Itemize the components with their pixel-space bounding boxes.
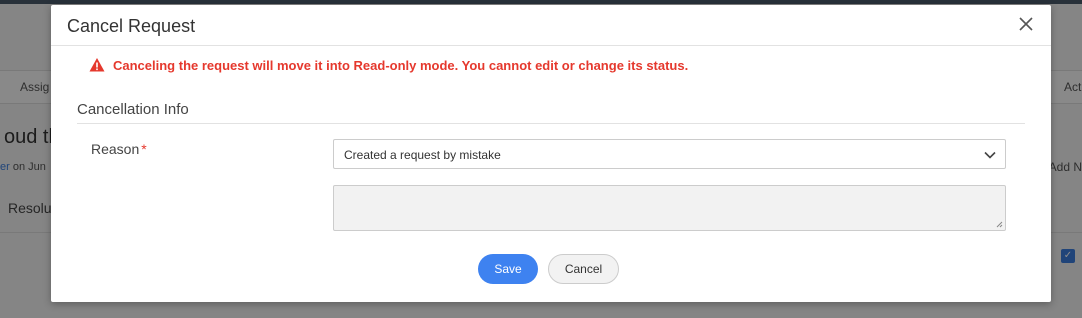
reason-details-textarea[interactable] (333, 185, 1006, 231)
reason-label-text: Reason (91, 141, 140, 157)
resize-grip-icon[interactable] (995, 220, 1003, 228)
cancel-button[interactable]: Cancel (548, 254, 619, 284)
cancel-request-dialog: Cancel Request Canceling the request wil… (51, 5, 1051, 302)
warning-text: Canceling the request will move it into … (113, 57, 689, 73)
save-button[interactable]: Save (478, 254, 538, 284)
reason-select-value: Created a request by mistake (344, 148, 501, 162)
warning-message: Canceling the request will move it into … (89, 57, 688, 73)
reason-label: Reason * (91, 141, 147, 157)
section-divider (77, 123, 1025, 124)
section-title: Cancellation Info (77, 101, 189, 118)
reason-select[interactable]: Created a request by mistake (333, 139, 1006, 169)
dialog-title: Cancel Request (67, 16, 196, 36)
warning-triangle-icon (89, 58, 105, 72)
required-mark: * (141, 141, 147, 157)
chevron-down-icon (984, 151, 996, 159)
dialog-header: Cancel Request (51, 5, 1051, 46)
close-icon[interactable] (1017, 15, 1035, 33)
